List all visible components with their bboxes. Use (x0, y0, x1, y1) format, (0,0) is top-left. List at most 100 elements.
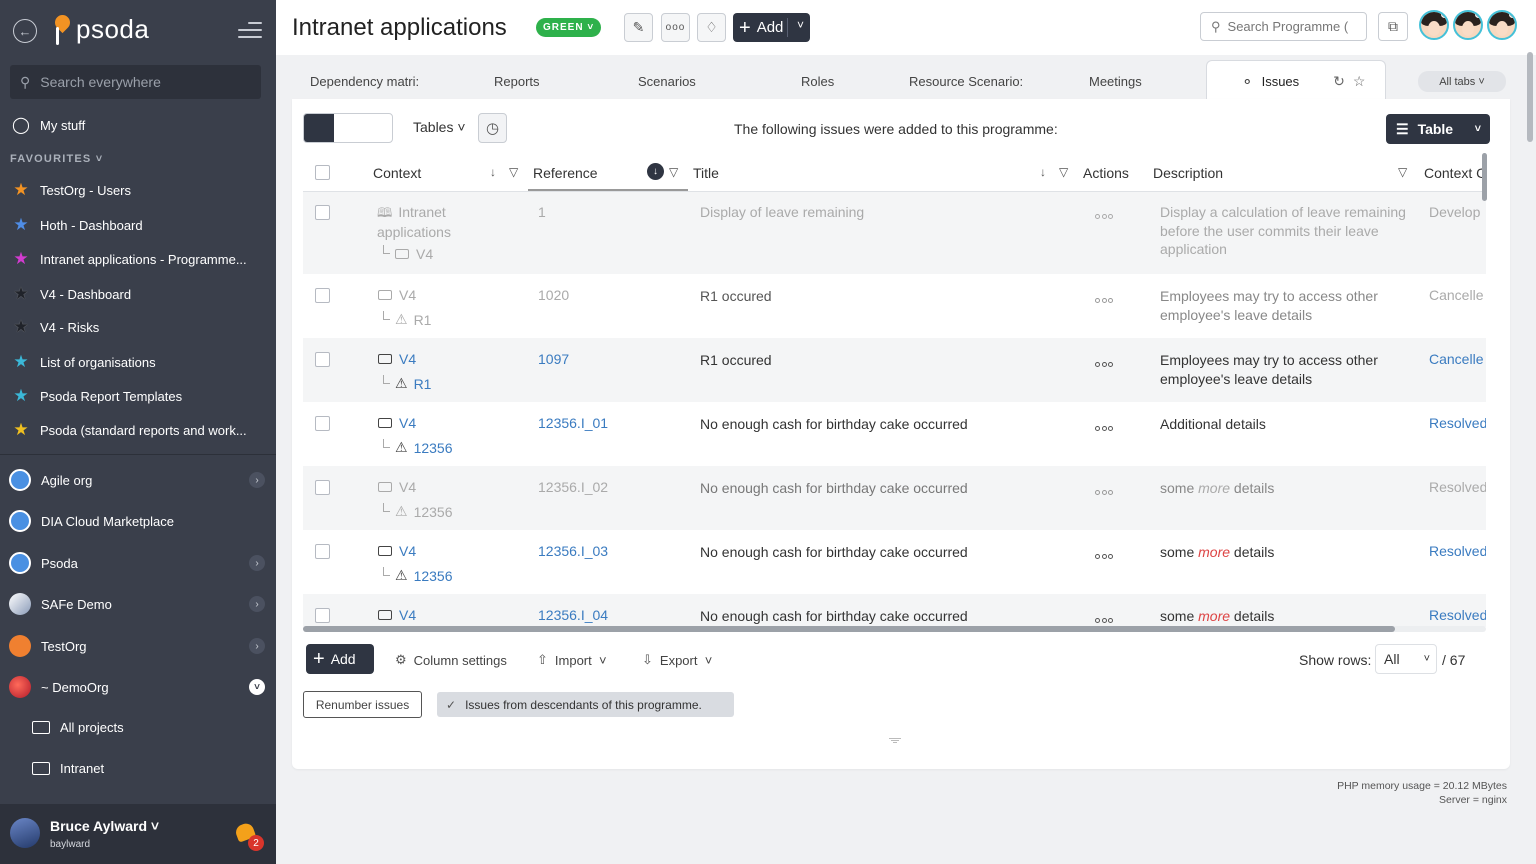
table-vertical-scrollbar[interactable] (1482, 153, 1487, 201)
chevron-right-icon[interactable]: › (249, 596, 265, 612)
context-child-link[interactable]: 12356 (414, 440, 453, 456)
table-row[interactable]: V4 ⚠ 12356 12356.I_01 No enough cash for … (303, 402, 1486, 466)
context-status-cell[interactable]: Cancelle (1429, 350, 1483, 369)
tab-scenarios[interactable]: Scenarios (638, 62, 696, 100)
edit-button[interactable]: ✎ (624, 13, 653, 42)
refresh-icon[interactable]: ↻ (1333, 73, 1345, 90)
user-panel[interactable]: Bruce Aylward ˅ baylward 2 (0, 804, 276, 864)
all-tabs-dropdown[interactable]: All tabs ˅ (1418, 71, 1506, 92)
context-cell[interactable]: V4 (378, 287, 416, 303)
user-name[interactable]: Bruce Aylward ˅ (50, 818, 159, 834)
tab-resource-scenarios[interactable]: Resource Scenario: (909, 62, 1029, 100)
tab-dependency-matrix[interactable]: Dependency matri: (310, 62, 430, 100)
tab-reports[interactable]: Reports (494, 62, 540, 100)
reference-link[interactable]: 12356.I_01 (538, 414, 608, 433)
column-header-description[interactable]: Description (1153, 165, 1223, 181)
favourite-item[interactable]: ★ V4 - Risks (0, 310, 276, 344)
org-item[interactable]: TestOrg › (0, 626, 276, 666)
favourite-item[interactable]: ★ Psoda Report Templates (0, 379, 276, 413)
context-child-link[interactable]: 12356 (414, 568, 453, 584)
header-add-button[interactable]: + Add ˅ (733, 13, 810, 42)
table-view-dropdown[interactable]: ☰ Table ˅ (1386, 114, 1490, 144)
programme-search-input[interactable]: ⚲ Search Programme ( (1200, 12, 1367, 41)
context-link[interactable]: V4 (399, 351, 416, 367)
chevron-right-icon[interactable]: › (249, 555, 265, 571)
chevron-down-icon[interactable]: ˅ (249, 679, 265, 695)
org-item[interactable]: SAFe Demo › (0, 584, 276, 624)
import-dropdown[interactable]: ⇧ Import ˅ (537, 652, 607, 668)
reference-link[interactable]: 12356.I_04 (538, 606, 608, 625)
column-header-reference[interactable]: Reference (533, 165, 598, 181)
context-child[interactable]: ⚠ 12356 (383, 502, 453, 520)
row-checkbox[interactable] (315, 416, 330, 431)
resize-handle-icon[interactable] (889, 737, 901, 744)
status-badge[interactable]: GREEN ˅ (536, 18, 602, 37)
sidebar-sub-item[interactable]: Intranet (32, 761, 104, 776)
table-row[interactable]: V4 ⚠ R1 1020 R1 occured Employees may try… (303, 274, 1486, 338)
sidebar-search-input[interactable]: ⚲ Search everywhere (10, 65, 261, 99)
filter-icon[interactable]: ▽ (1059, 165, 1068, 179)
team-avatar[interactable] (1487, 10, 1517, 40)
column-header-context-status[interactable]: Context C (1424, 165, 1486, 181)
context-child[interactable]: V4 (383, 245, 433, 262)
context-link[interactable]: V4 (399, 543, 416, 559)
psoda-logo[interactable]: psoda (51, 11, 149, 45)
row-checkbox[interactable] (315, 480, 330, 495)
reference-cell[interactable]: 1020 (538, 286, 569, 305)
user-avatar[interactable] (10, 818, 40, 848)
row-actions-icon[interactable] (1095, 554, 1113, 559)
context-child[interactable]: ⚠ 12356 (383, 438, 453, 456)
context-child[interactable]: ⚠ R1 (383, 310, 431, 328)
org-item[interactable]: DIA Cloud Marketplace (0, 501, 276, 541)
org-item[interactable]: Psoda › (0, 543, 276, 583)
tables-dropdown[interactable]: Tables ˅ (413, 119, 466, 135)
org-item[interactable]: ~ DemoOrg ˅ (0, 667, 276, 707)
context-status-cell[interactable]: Resolved (1429, 606, 1486, 625)
row-actions-icon[interactable] (1095, 618, 1113, 623)
context-cell[interactable]: V4 (378, 479, 416, 495)
team-avatar[interactable] (1453, 10, 1483, 40)
more-button[interactable]: ooo (661, 13, 690, 42)
tab-meetings[interactable]: Meetings (1089, 62, 1142, 100)
reference-link[interactable]: 1097 (538, 350, 569, 369)
tab-issues[interactable]: ⚬ Issues ↻ ☆ (1206, 60, 1386, 102)
reference-cell[interactable]: 12356.I_02 (538, 478, 608, 497)
favourite-item[interactable]: ★ List of organisations (0, 345, 276, 379)
table-row[interactable]: V4 12356.I_04 No enough cash for birthda… (303, 594, 1486, 627)
back-icon[interactable]: ← (13, 19, 37, 43)
favourite-item[interactable]: ★ TestOrg - Users (0, 173, 276, 207)
export-dropdown[interactable]: ⇩ Export ˅ (642, 652, 712, 668)
row-actions-icon[interactable] (1095, 490, 1113, 495)
context-cell[interactable]: V4 (378, 607, 416, 623)
density-compact-button[interactable] (334, 114, 364, 142)
favourite-item[interactable]: ★ Psoda (standard reports and work... (0, 413, 276, 447)
sort-arrow-icon[interactable]: ↓ (1040, 165, 1046, 179)
row-checkbox[interactable] (315, 288, 330, 303)
context-child-link[interactable]: R1 (414, 376, 432, 392)
row-checkbox[interactable] (315, 205, 330, 220)
reference-link[interactable]: 12356.I_03 (538, 542, 608, 561)
context-cell[interactable]: V4 (378, 415, 416, 431)
density-dense-button[interactable] (364, 114, 392, 142)
table-row[interactable]: V4 ⚠ R1 1097 R1 occured Employees may try… (303, 338, 1486, 402)
page-scrollbar[interactable] (1527, 52, 1533, 142)
reference-cell[interactable]: 1 (538, 203, 546, 222)
row-actions-icon[interactable] (1095, 362, 1113, 367)
context-cell[interactable]: V4 (378, 351, 416, 367)
scrollbar-thumb[interactable] (303, 626, 1395, 632)
show-rows-select[interactable]: All ˅ (1375, 644, 1437, 674)
context-link[interactable]: V4 (399, 415, 416, 431)
row-checkbox[interactable] (315, 352, 330, 367)
row-checkbox[interactable] (315, 608, 330, 623)
favourite-item[interactable]: ★ Intranet applications - Programme... (0, 242, 276, 276)
add-issue-button[interactable]: + Add (306, 644, 374, 674)
table-row[interactable]: V4 ⚠ 12356 12356.I_02 No enough cash for … (303, 466, 1486, 530)
column-settings-button[interactable]: ⚙ Column settings (395, 652, 507, 668)
sort-active-icon[interactable]: ↓ (647, 163, 664, 180)
table-row[interactable]: 🕮 Intranet applications V4 1 Display of l… (303, 192, 1486, 274)
descendants-toggle[interactable]: ✓ Issues from descendants of this program… (437, 692, 734, 717)
context-status-cell[interactable]: Resolved (1429, 414, 1486, 433)
star-outline-icon[interactable]: ☆ (1353, 73, 1366, 90)
select-all-checkbox[interactable] (315, 165, 330, 180)
context-link[interactable]: V4 (399, 607, 416, 623)
